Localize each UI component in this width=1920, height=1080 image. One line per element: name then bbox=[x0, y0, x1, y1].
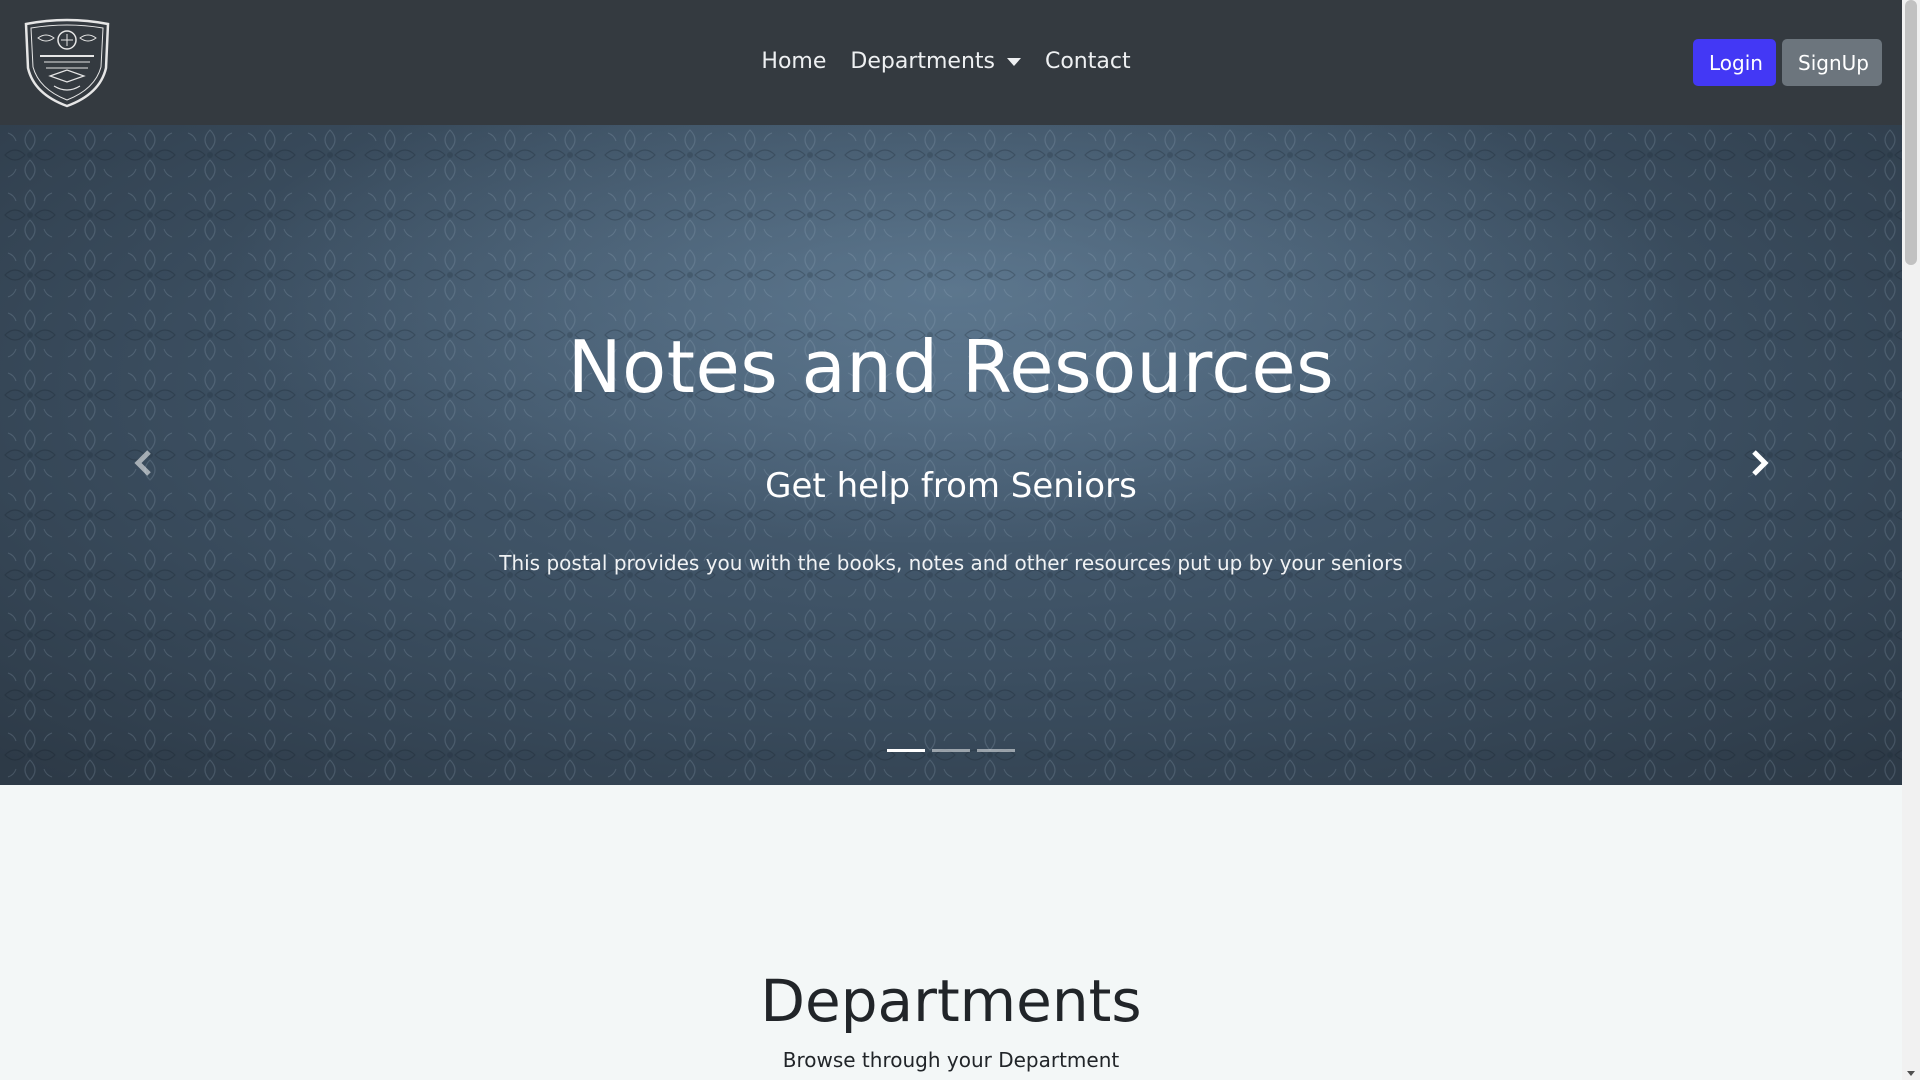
scroll-down-arrow-icon[interactable] bbox=[1907, 1071, 1915, 1076]
nav-home-label: Home bbox=[761, 49, 827, 74]
damask-pattern bbox=[0, 125, 1902, 785]
auth-buttons: Login SignUp bbox=[1693, 39, 1882, 86]
page-scrollbar[interactable] bbox=[1902, 0, 1920, 1080]
navbar: Home Departments Contact Login SignUp bbox=[0, 0, 1902, 125]
caret-down-icon bbox=[1006, 58, 1021, 66]
page: Home Departments Contact Login SignUp No… bbox=[0, 0, 1902, 1080]
nav-departments-label: Departments bbox=[850, 49, 995, 74]
nav-contact-link[interactable]: Contact bbox=[1043, 44, 1133, 80]
carousel-indicator-2[interactable] bbox=[932, 749, 970, 752]
departments-title: Departments bbox=[760, 967, 1142, 1035]
hero-carousel: Notes and Resources Get help from Senior… bbox=[0, 125, 1902, 785]
login-button[interactable]: Login bbox=[1693, 39, 1776, 86]
signup-button[interactable]: SignUp bbox=[1782, 39, 1882, 86]
hero-title: Notes and Resources bbox=[567, 325, 1335, 409]
nav-home-link[interactable]: Home bbox=[759, 44, 828, 80]
hero-subtitle: Get help from Seniors bbox=[765, 466, 1137, 506]
scrollbar-thumb[interactable] bbox=[1905, 0, 1917, 265]
carousel-indicator-3[interactable] bbox=[977, 749, 1015, 752]
nav-contact-label: Contact bbox=[1044, 49, 1131, 74]
carousel-indicator-1[interactable] bbox=[887, 749, 925, 752]
carousel-next-button[interactable] bbox=[1740, 443, 1780, 483]
departments-subtitle: Browse through your Department bbox=[782, 1048, 1120, 1072]
chevron-right-icon bbox=[1752, 450, 1769, 476]
carousel-prev-button[interactable] bbox=[123, 443, 163, 483]
chevron-left-icon bbox=[134, 450, 151, 476]
nav-menu: Home Departments Contact bbox=[0, 44, 1902, 80]
carousel-indicators bbox=[0, 749, 1902, 752]
nav-departments-dropdown[interactable]: Departments bbox=[848, 44, 1023, 80]
hero-description: This postal provides you with the books,… bbox=[499, 551, 1403, 575]
